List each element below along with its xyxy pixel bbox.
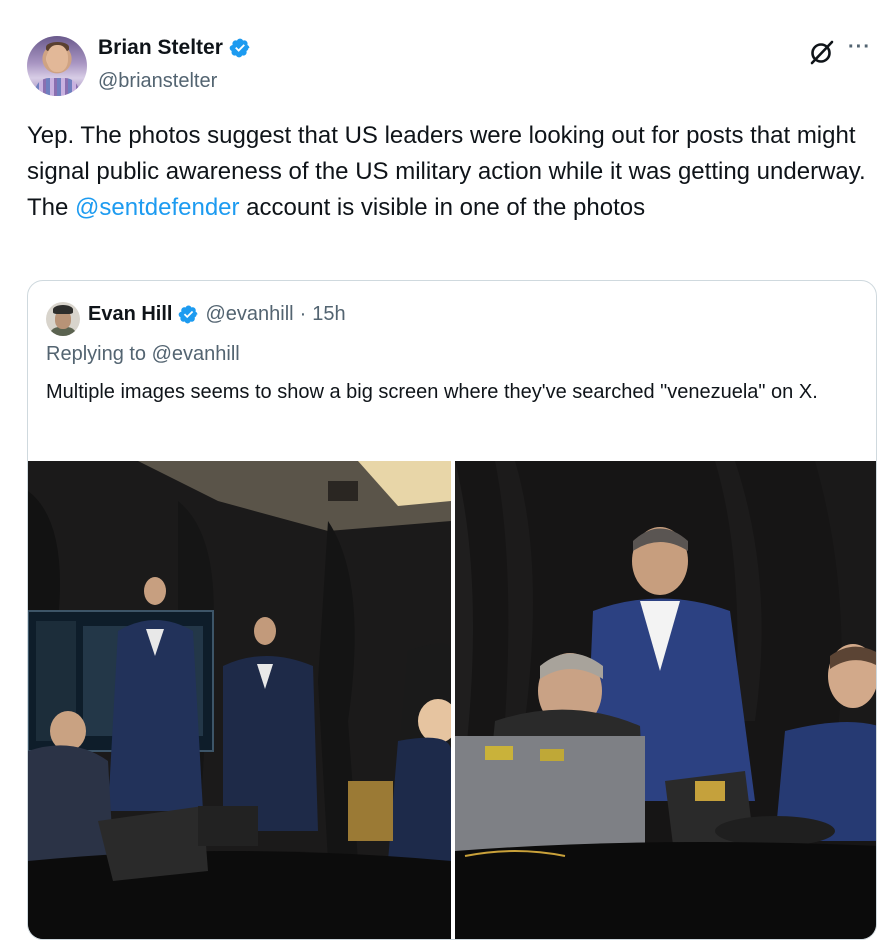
quote-text: Multiple images seems to show a big scre…: [46, 381, 818, 403]
replying-to: Replying to @evanhill: [46, 343, 240, 365]
author-display-name[interactable]: Brian Stelter: [98, 36, 223, 60]
quote-author-avatar[interactable]: [46, 302, 80, 336]
mention-link[interactable]: @sentdefender: [75, 194, 239, 221]
quote-author-handle[interactable]: @evanhill: [205, 303, 293, 326]
verified-badge-icon[interactable]: [229, 37, 251, 59]
tweet: Brian Stelter @brianstelter ··· Yep. The…: [0, 0, 896, 950]
separator-dot: ·: [299, 303, 307, 325]
tweet-text-part: account is visible in one of the photos: [239, 194, 646, 221]
verified-badge-icon[interactable]: [178, 304, 199, 325]
quote-author-display-name[interactable]: Evan Hill: [88, 303, 172, 326]
photo-1[interactable]: [28, 461, 451, 939]
more-icon[interactable]: ···: [848, 37, 878, 60]
quote-header: Evan Hill @evanhill · 15h: [88, 303, 346, 326]
photo-2[interactable]: [455, 461, 876, 939]
grok-icon[interactable]: [808, 38, 836, 66]
quoted-tweet[interactable]: Evan Hill @evanhill · 15h Replying to @e…: [27, 280, 877, 940]
author-avatar[interactable]: [27, 36, 87, 96]
quote-timestamp[interactable]: 15h: [312, 303, 345, 326]
author-name-row: Brian Stelter: [98, 36, 251, 60]
author-handle[interactable]: @brianstelter: [98, 70, 217, 93]
tweet-text: Yep. The photos suggest that US leaders …: [27, 118, 877, 226]
